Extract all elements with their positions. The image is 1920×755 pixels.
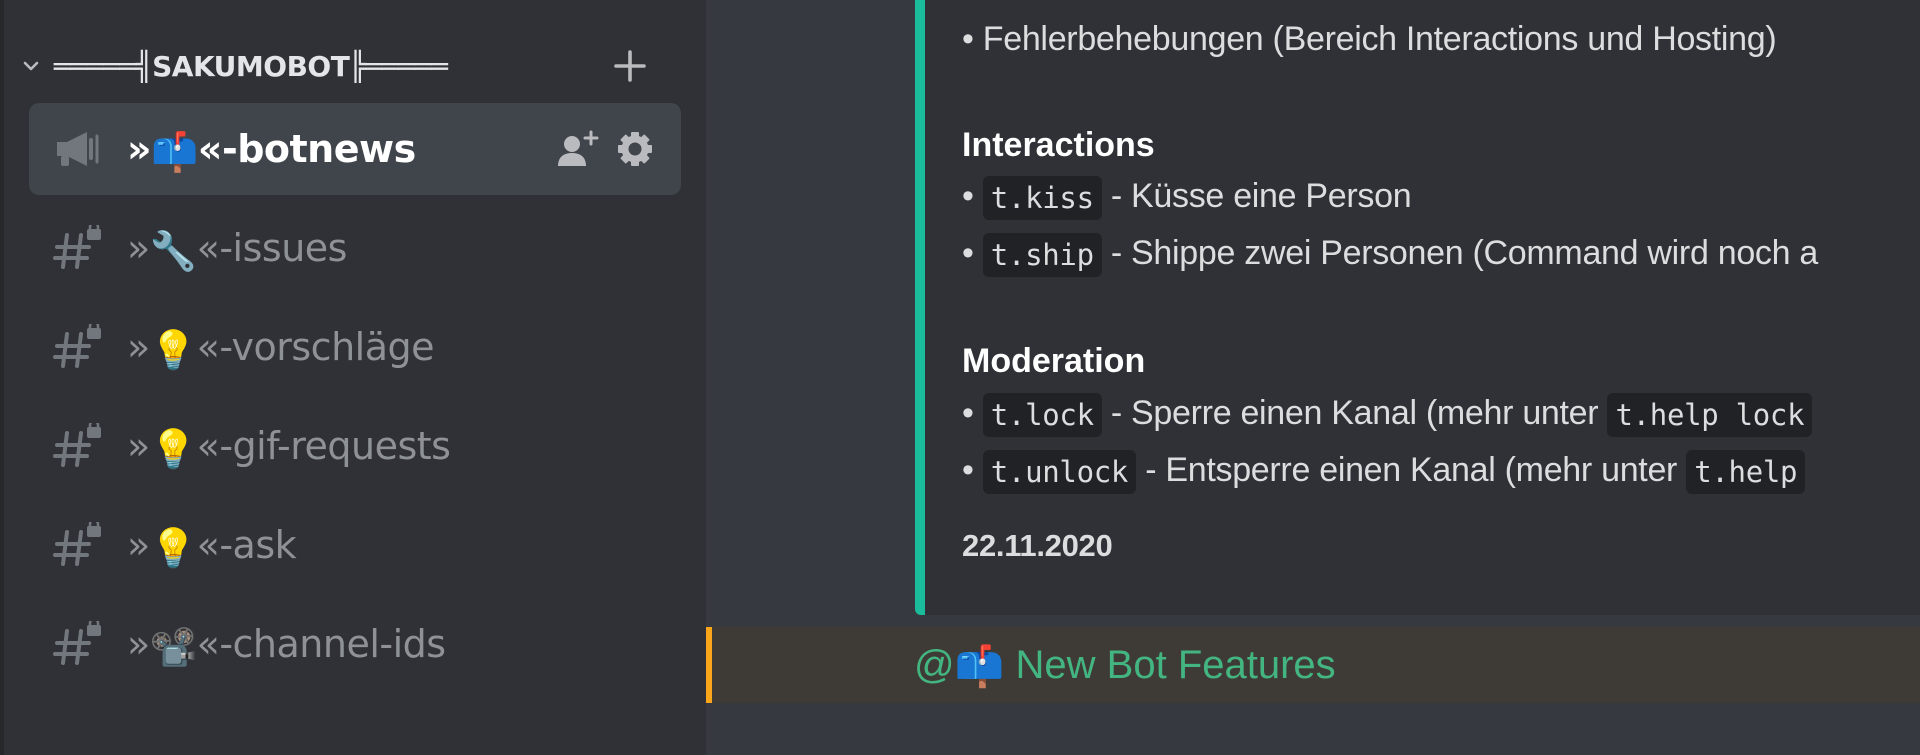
wrench-emoji: 🔧: [149, 228, 197, 273]
embed-item-kiss: • t.kiss - Küsse eine Person: [962, 176, 1412, 220]
lightbulb-emoji: 💡: [149, 327, 197, 372]
embed-date: 22.11.2020: [962, 528, 1113, 563]
channel-prefix: »: [127, 325, 150, 369]
discord-window: ═════╣SAKUMOBOT╠═════ »📫«-botnews »🔧«-is…: [0, 0, 1920, 755]
item-description: - Entsperre einen Kanal (mehr unter: [1136, 450, 1687, 489]
inline-code: t.kiss: [982, 176, 1102, 220]
locked-hash-icon: [53, 324, 101, 368]
bullet: •: [962, 393, 974, 432]
plus-icon[interactable]: [608, 44, 652, 88]
add-member-icon[interactable]: [555, 128, 599, 170]
channel-category[interactable]: ═════╣SAKUMOBOT╠═════: [18, 38, 658, 94]
role-mention[interactable]: @📫 New Bot Features: [914, 627, 1336, 703]
lightbulb-emoji: 💡: [149, 525, 197, 570]
channel-prefix: »: [127, 226, 150, 270]
channel-item-botnews[interactable]: »📫«-botnews: [29, 103, 681, 195]
channel-name[interactable]: »🔧«-issues: [127, 202, 347, 294]
channel-item-issues[interactable]: »🔧«-issues: [29, 202, 681, 294]
category-name[interactable]: ═════╣SAKUMOBOT╠═════: [54, 50, 448, 83]
embed-item-unlock: • t.unlock - Entsperre einen Kanal (mehr…: [962, 450, 1806, 494]
mention-at: @: [914, 643, 955, 687]
chevron-down-icon[interactable]: [22, 57, 40, 75]
channel-suffix: «-botnews: [197, 127, 416, 171]
channel-suffix: «-issues: [196, 226, 348, 270]
channel-prefix: »: [127, 523, 150, 567]
chat-area: • Fehlerbehebungen (Bereich Interactions…: [706, 0, 1920, 755]
channel-suffix: «-channel-ids: [196, 622, 447, 666]
channel-sidebar: ═════╣SAKUMOBOT╠═════ »📫«-botnews »🔧«-is…: [0, 0, 706, 755]
embed-heading-moderation: Moderation: [962, 342, 1146, 380]
channel-actions: [555, 128, 657, 170]
channel-item-gif-requests[interactable]: »💡«-gif-requests: [29, 400, 681, 492]
channel-prefix: »: [127, 424, 150, 468]
item-description: - Shippe zwei Personen (Command wird noc…: [1101, 233, 1818, 272]
locked-hash-icon: [53, 423, 101, 467]
channel-name[interactable]: »💡«-vorschläge: [127, 301, 435, 393]
embed-heading-interactions: Interactions: [962, 126, 1155, 164]
embed-item-ship: • t.ship - Shippe zwei Personen (Command…: [962, 233, 1818, 277]
channel-suffix: «-ask: [196, 523, 297, 567]
inline-code: t.unlock: [982, 450, 1137, 494]
mailbox-emoji: 📫: [954, 645, 1005, 690]
channel-item-channel-ids[interactable]: »📽️«-channel-ids: [29, 598, 681, 690]
inline-code: t.help: [1686, 450, 1806, 494]
channel-prefix: »: [127, 127, 152, 171]
channel-suffix: «-gif-requests: [196, 424, 451, 468]
embed-line-fixes: • Fehlerbehebungen (Bereich Interactions…: [962, 20, 1777, 58]
bullet: •: [962, 450, 974, 489]
channel-name[interactable]: »💡«-ask: [127, 499, 297, 591]
inline-code: t.lock: [982, 393, 1102, 437]
film-projector-emoji: 📽️: [149, 624, 197, 669]
sidebar-edge: [0, 0, 4, 755]
item-description: - Küsse eine Person: [1101, 176, 1412, 215]
inline-code: t.help lock: [1607, 393, 1813, 437]
channel-name[interactable]: »📫«-botnews: [127, 103, 416, 195]
megaphone-icon: [57, 132, 99, 166]
channel-prefix: »: [127, 622, 150, 666]
embed-item-lock: • t.lock - Sperre einen Kanal (mehr unte…: [962, 393, 1813, 437]
channel-name[interactable]: »💡«-gif-requests: [127, 400, 451, 492]
channel-name[interactable]: »📽️«-channel-ids: [127, 598, 446, 690]
mailbox-emoji: 📫: [151, 129, 198, 174]
lightbulb-emoji: 💡: [149, 426, 197, 471]
inline-code: t.ship: [982, 233, 1102, 277]
embed-accent-bar: [915, 0, 925, 615]
bullet: •: [962, 176, 974, 215]
channel-item-vorschlaege[interactable]: »💡«-vorschläge: [29, 301, 681, 393]
bullet: •: [962, 233, 974, 272]
channel-item-ask[interactable]: »💡«-ask: [29, 499, 681, 591]
locked-hash-icon: [53, 522, 101, 566]
locked-hash-icon: [53, 621, 101, 665]
locked-hash-icon: [53, 225, 101, 269]
channel-suffix: «-vorschläge: [196, 325, 435, 369]
gear-icon[interactable]: [613, 128, 657, 170]
mention-role-name: New Bot Features: [1004, 643, 1336, 687]
item-description: - Sperre einen Kanal (mehr unter: [1101, 393, 1608, 432]
mention-highlight-bar: [706, 627, 712, 703]
mention-message-row[interactable]: @📫 New Bot Features: [706, 627, 1920, 703]
message-embed: [915, 0, 1920, 615]
